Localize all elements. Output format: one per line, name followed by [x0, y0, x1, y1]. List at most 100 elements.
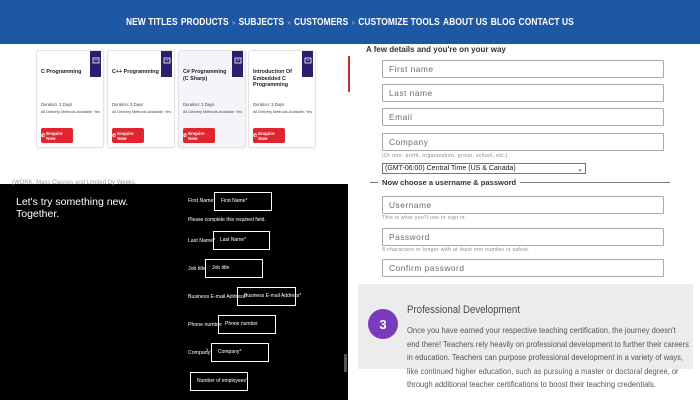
password-hint: 8 characters or longer with at least one… — [382, 247, 530, 253]
course-duration: Duration: 3 Days — [41, 102, 73, 107]
nav-blog[interactable]: BLOG — [491, 16, 516, 28]
course-duration: Duration: 3 Days — [253, 102, 285, 107]
nav-contact-us[interactable]: CONTACT US — [519, 16, 574, 28]
phone-icon: ✆ — [112, 132, 117, 139]
nav-separator: » — [231, 17, 236, 27]
enquire-label: Enquire Now — [46, 130, 63, 141]
course-card[interactable]: Introduction Of Embedded C Programming D… — [248, 50, 316, 148]
course-delivery: All Delivery Methods Available: Yes — [253, 110, 313, 114]
last-name-field[interactable]: Last name — [382, 84, 664, 102]
password-field[interactable]: Password — [382, 228, 664, 246]
divider-line — [520, 182, 670, 183]
username-hint: This is what you'll use to sign in. — [382, 215, 467, 221]
accent-marker — [348, 56, 350, 92]
course-card[interactable]: C++ Programming Duration: 3 Days All Del… — [107, 50, 175, 148]
phone-label: Phone number — [188, 322, 223, 328]
company-hint: (Or non- profit, organization, group, sc… — [382, 153, 508, 159]
dark-top-text: (WORK. Mass Classes and Limited Dy Weeks… — [12, 180, 137, 186]
phone-ph: Phone number — [225, 321, 258, 327]
course-title: C Programming — [41, 69, 82, 75]
certificate-icon — [92, 57, 99, 64]
enquire-now-button[interactable]: ✆ Enquire Now — [183, 128, 215, 143]
confirm-password-field[interactable]: Confirm password — [382, 259, 664, 277]
email-input[interactable]: Business E-mail Address* — [237, 287, 301, 306]
divider-line — [370, 182, 378, 183]
certificate-icon — [304, 57, 311, 64]
first-name-label: First Name* — [188, 198, 216, 204]
nav-customers[interactable]: CUSTOMERS — [294, 16, 348, 28]
confirm-password-placeholder: Confirm password — [389, 263, 465, 273]
timezone-value: (GMT-06:00) Central Time (US & Canada) — [385, 165, 516, 172]
enquire-now-button[interactable]: ✆ Enquire Now — [112, 128, 144, 143]
top-navbar: NEW TITLES PRODUCTS » SUBJECTS » CUSTOME… — [0, 0, 700, 44]
last-name-input[interactable]: Last Name* — [213, 231, 270, 250]
course-card[interactable]: C Programming Duration: 3 Days All Deliv… — [36, 50, 104, 148]
phone-icon: ✆ — [183, 132, 188, 139]
course-delivery: All Delivery Methods Available: Yes — [183, 110, 243, 114]
first-name-field[interactable]: First name — [382, 60, 664, 78]
company-label: Company* — [188, 350, 213, 356]
required-error: Please complete this required field. — [188, 217, 266, 223]
course-delivery: All Delivery Methods Available: Yes — [112, 110, 172, 114]
course-title: C++ Programming — [112, 69, 159, 75]
enquire-label: Enquire Now — [258, 130, 275, 141]
course-title: Introduction Of Embedded C Programming — [253, 69, 292, 88]
dark-heading: Let's try something new. Together. — [16, 196, 128, 220]
company-input[interactable]: Company* — [211, 343, 269, 362]
course-title: C# Programming (C Sharp) — [183, 69, 227, 82]
course-duration: Duration: 3 Days — [183, 102, 215, 107]
course-cards-panel: C Programming Duration: 3 Days All Deliv… — [0, 44, 348, 184]
course-duration: Duration: 3 Days — [112, 102, 144, 107]
nav-new-titles[interactable]: NEW TITLES — [126, 16, 178, 28]
course-card[interactable]: C# Programming (C Sharp) Duration: 3 Day… — [178, 50, 246, 148]
job-title-input[interactable]: Job title — [205, 259, 263, 278]
username-field[interactable]: Username — [382, 196, 664, 214]
last-name-label: Last Name* — [188, 238, 216, 244]
job-title-label: Job title — [188, 266, 206, 272]
course-badge — [302, 51, 313, 77]
chevron-down-icon: ⌄ — [577, 165, 583, 173]
nav-customize-tools[interactable]: CUSTOMIZE TOOLS — [358, 16, 440, 28]
course-badge — [161, 51, 172, 77]
first-name-ph: First Name* — [221, 198, 248, 204]
first-name-input[interactable]: First Name* — [214, 192, 272, 211]
nav-group: NEW TITLES PRODUCTS » SUBJECTS » CUSTOME… — [126, 16, 574, 28]
signup-header: A few details and you're on your way — [366, 45, 506, 54]
enquire-now-button[interactable]: ✆ Enquire Now — [253, 128, 285, 143]
enquire-label: Enquire Now — [117, 130, 134, 141]
nav-subjects[interactable]: SUBJECTS — [239, 16, 284, 28]
contact-form-dark: (WORK. Mass Classes and Limited Dy Weeks… — [0, 180, 348, 400]
employees-select[interactable]: Number of employees* — [190, 372, 248, 391]
password-placeholder: Password — [389, 232, 430, 242]
chevron-right-icon: › — [206, 347, 209, 354]
phone-icon: ✆ — [253, 132, 258, 139]
first-name-placeholder: First name — [389, 64, 434, 74]
company-ph: Company* — [218, 349, 242, 355]
timezone-select[interactable]: (GMT-06:00) Central Time (US & Canada) ⌄ — [382, 163, 586, 174]
employees-ph: Number of employees* — [197, 378, 248, 384]
email-placeholder: Email — [389, 112, 413, 122]
last-name-ph: Last Name* — [220, 237, 247, 243]
heading-line-2: Together. — [16, 208, 60, 220]
section-divider: Now choose a username & password — [370, 178, 670, 187]
prof-dev-body: Once you have earned your respective tea… — [407, 325, 689, 389]
course-badge — [232, 51, 243, 77]
nav-about-us[interactable]: ABOUT US — [443, 16, 488, 28]
certificate-icon — [234, 57, 241, 64]
email-field[interactable]: Email — [382, 108, 664, 126]
step-number-badge: 3 — [368, 309, 398, 339]
last-name-placeholder: Last name — [389, 88, 433, 98]
job-title-ph: Job title — [212, 265, 230, 271]
course-delivery: All Delivery Methods Available: Yes — [41, 110, 101, 114]
enquire-now-button[interactable]: ✆ Enquire Now — [41, 128, 73, 143]
username-placeholder: Username — [389, 200, 432, 210]
signup-form: A few details and you're on your way Fir… — [348, 44, 700, 284]
nav-separator: » — [287, 17, 291, 27]
enquire-label: Enquire Now — [188, 130, 205, 141]
nav-products[interactable]: PRODUCTS — [181, 16, 229, 28]
nav-separator: » — [351, 17, 356, 27]
scrollbar[interactable] — [344, 354, 347, 372]
phone-input[interactable]: Phone number — [218, 315, 276, 334]
company-field[interactable]: Company — [382, 133, 664, 151]
heading-line-1: Let's try something new. — [16, 196, 129, 208]
